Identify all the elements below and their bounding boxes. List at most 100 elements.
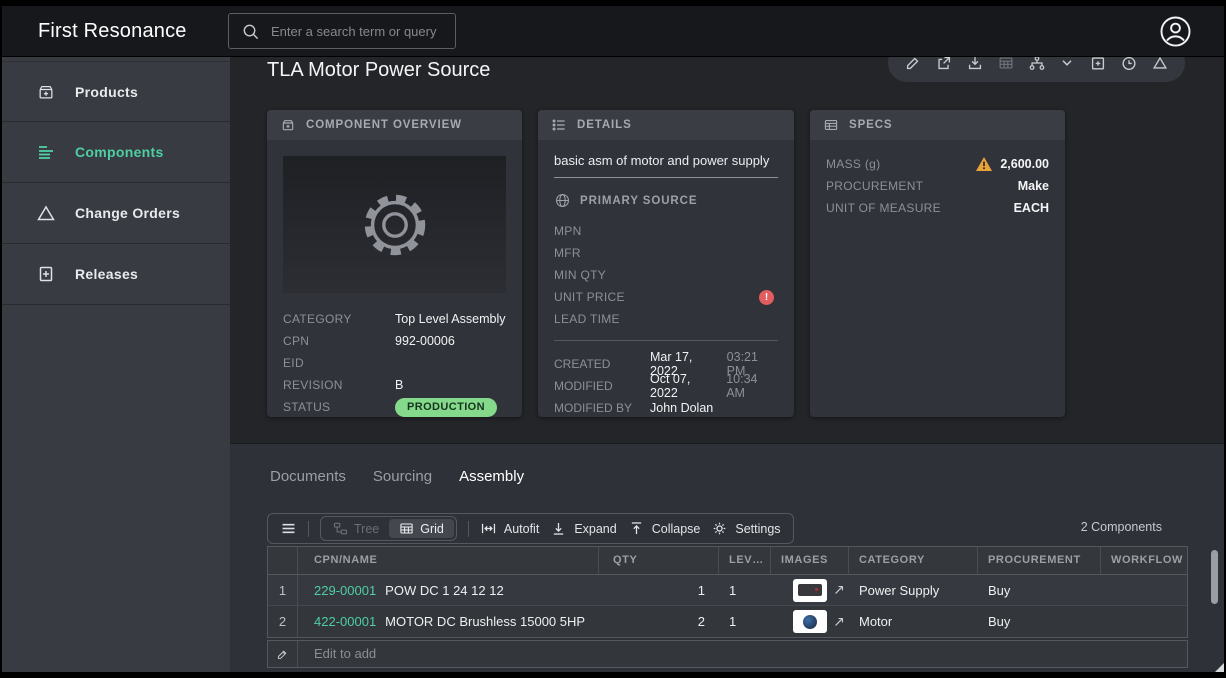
sidebar-item-change-orders[interactable]: Change Orders (2, 183, 230, 244)
row-number-header (268, 547, 298, 574)
power-supply-image (798, 584, 822, 596)
assembly-panel: Documents Sourcing Assembly Tree Grid (230, 443, 1224, 672)
autofit-button[interactable]: Autofit (480, 520, 539, 537)
tree-icon (333, 521, 348, 536)
row-number: 1 (268, 575, 298, 605)
component-image-placeholder[interactable] (283, 156, 506, 293)
sidebar-item-label: Releases (75, 266, 138, 282)
top-header: First Resonance Enter a search term or q… (2, 6, 1224, 57)
chevron-down-icon[interactable] (1058, 57, 1076, 72)
app-window: First Resonance Enter a search term or q… (2, 6, 1224, 672)
column-header-qty[interactable]: QTY (599, 547, 719, 574)
column-header-cpn-name[interactable]: CPN/NAME (298, 547, 599, 574)
cpn-link[interactable]: 422-00001 (314, 614, 376, 629)
meta-date: John Dolan (650, 401, 713, 415)
edit-icon[interactable] (904, 57, 922, 72)
grid-icon[interactable] (997, 57, 1015, 72)
release-box-icon (36, 264, 56, 284)
field-label: MIN QTY (554, 268, 666, 282)
sidebar-item-components[interactable]: Components (2, 122, 230, 183)
procurement-value: Buy (978, 583, 1101, 598)
divider (308, 521, 309, 537)
sidebar-item-releases[interactable]: Releases (2, 244, 230, 305)
sidebar-nav: Products Components Change Orders Releas… (2, 57, 230, 672)
field-label: EID (283, 356, 395, 370)
expand-image-icon[interactable] (833, 616, 845, 628)
table-header-row: CPN/NAME QTY LEV… IMAGES CATEGORY PROCUR… (268, 547, 1187, 575)
tab-sourcing[interactable]: Sourcing (373, 468, 432, 485)
motor-thumbnail[interactable] (793, 610, 827, 633)
tab-documents[interactable]: Documents (270, 468, 346, 485)
brand-logo: First Resonance (38, 6, 187, 57)
procurement-value: Buy (978, 614, 1101, 629)
collapse-button[interactable]: Collapse (628, 520, 701, 537)
power-supply-thumbnail[interactable] (793, 579, 827, 602)
meta-label: MODIFIED (554, 379, 650, 393)
change-order-icon[interactable] (1151, 57, 1169, 72)
column-header-procurement[interactable]: PROCUREMENT (978, 547, 1101, 574)
card-title: COMPONENT OVERVIEW (306, 119, 462, 131)
history-icon[interactable] (1120, 57, 1138, 72)
import-icon[interactable] (966, 57, 984, 72)
component-detail-section: TLA Motor Power Source COMP (230, 57, 1224, 443)
settings-button[interactable]: Settings (711, 520, 780, 537)
column-header-workflow[interactable]: WORKFLOW S (1101, 547, 1187, 574)
spec-label: MASS (g) (826, 157, 976, 171)
spec-label: UNIT OF MEASURE (826, 201, 1014, 215)
expand-image-icon[interactable] (833, 584, 845, 596)
page-title: TLA Motor Power Source (267, 59, 490, 82)
expand-icon (550, 520, 567, 537)
warning-triangle-icon (976, 157, 992, 171)
sidebar-item-label: Products (75, 84, 138, 100)
column-header-images[interactable]: IMAGES (771, 547, 849, 574)
settings-label: Settings (735, 522, 780, 536)
search-input[interactable]: Enter a search term or query (228, 13, 456, 49)
grid-view-button[interactable]: Grid (389, 519, 454, 538)
main-content: TLA Motor Power Source COMP (230, 57, 1224, 672)
details-card: DETAILS basic asm of motor and power sup… (538, 110, 794, 417)
components-icon (36, 142, 56, 162)
collapse-icon (628, 520, 645, 537)
qty-value: 1 (599, 583, 719, 598)
export-icon[interactable] (935, 57, 953, 72)
primary-source-header: PRIMARY SOURCE (554, 192, 778, 209)
scrollbar-thumb[interactable] (1211, 550, 1218, 604)
expand-button[interactable]: Expand (550, 520, 616, 537)
gear-icon (356, 186, 434, 264)
autofit-label: Autofit (504, 522, 539, 536)
part-name: MOTOR DC Brushless 15000 5HP (385, 614, 585, 629)
add-component-row[interactable]: Edit to add (267, 640, 1188, 668)
field-label: CPN (283, 334, 395, 348)
tree-view-button[interactable]: Tree (323, 519, 389, 538)
spec-value: EACH (1014, 201, 1049, 215)
autofit-icon (480, 520, 497, 537)
user-avatar-icon[interactable] (1159, 15, 1192, 48)
card-header: SPECS (810, 110, 1065, 140)
row-number: 2 (268, 606, 298, 637)
card-title: DETAILS (577, 119, 632, 131)
package-plus-icon (36, 82, 56, 102)
meta-time: 10:34 AM (726, 372, 778, 400)
field-label: CATEGORY (283, 312, 395, 326)
column-header-level[interactable]: LEV… (719, 547, 771, 574)
table-row[interactable]: 1 229-00001POW DC 1 24 12 12 1 1 Power S… (268, 575, 1187, 606)
primary-source-label: PRIMARY SOURCE (580, 195, 697, 207)
hamburger-menu-icon[interactable] (280, 520, 297, 537)
collapse-label: Collapse (652, 522, 701, 536)
gear-settings-icon (711, 520, 728, 537)
category-value: Motor (849, 614, 978, 629)
view-mode-toggle: Tree Grid (320, 516, 457, 541)
sidebar-item-products[interactable]: Products (2, 61, 230, 122)
cpn-link[interactable]: 229-00001 (314, 583, 376, 598)
column-header-category[interactable]: CATEGORY (849, 547, 978, 574)
level-value: 1 (719, 614, 771, 629)
expand-label: Expand (574, 522, 616, 536)
add-box-icon[interactable] (1089, 57, 1107, 72)
tab-assembly[interactable]: Assembly (459, 468, 524, 485)
table-row[interactable]: 2 422-00001MOTOR DC Brushless 15000 5HP … (268, 606, 1187, 637)
edit-to-add-placeholder: Edit to add (298, 641, 376, 667)
description-field[interactable]: basic asm of motor and power supply (554, 153, 778, 178)
workflow-icon[interactable] (1028, 57, 1046, 72)
meta-label: CREATED (554, 357, 650, 371)
field-label: MFR (554, 246, 666, 260)
